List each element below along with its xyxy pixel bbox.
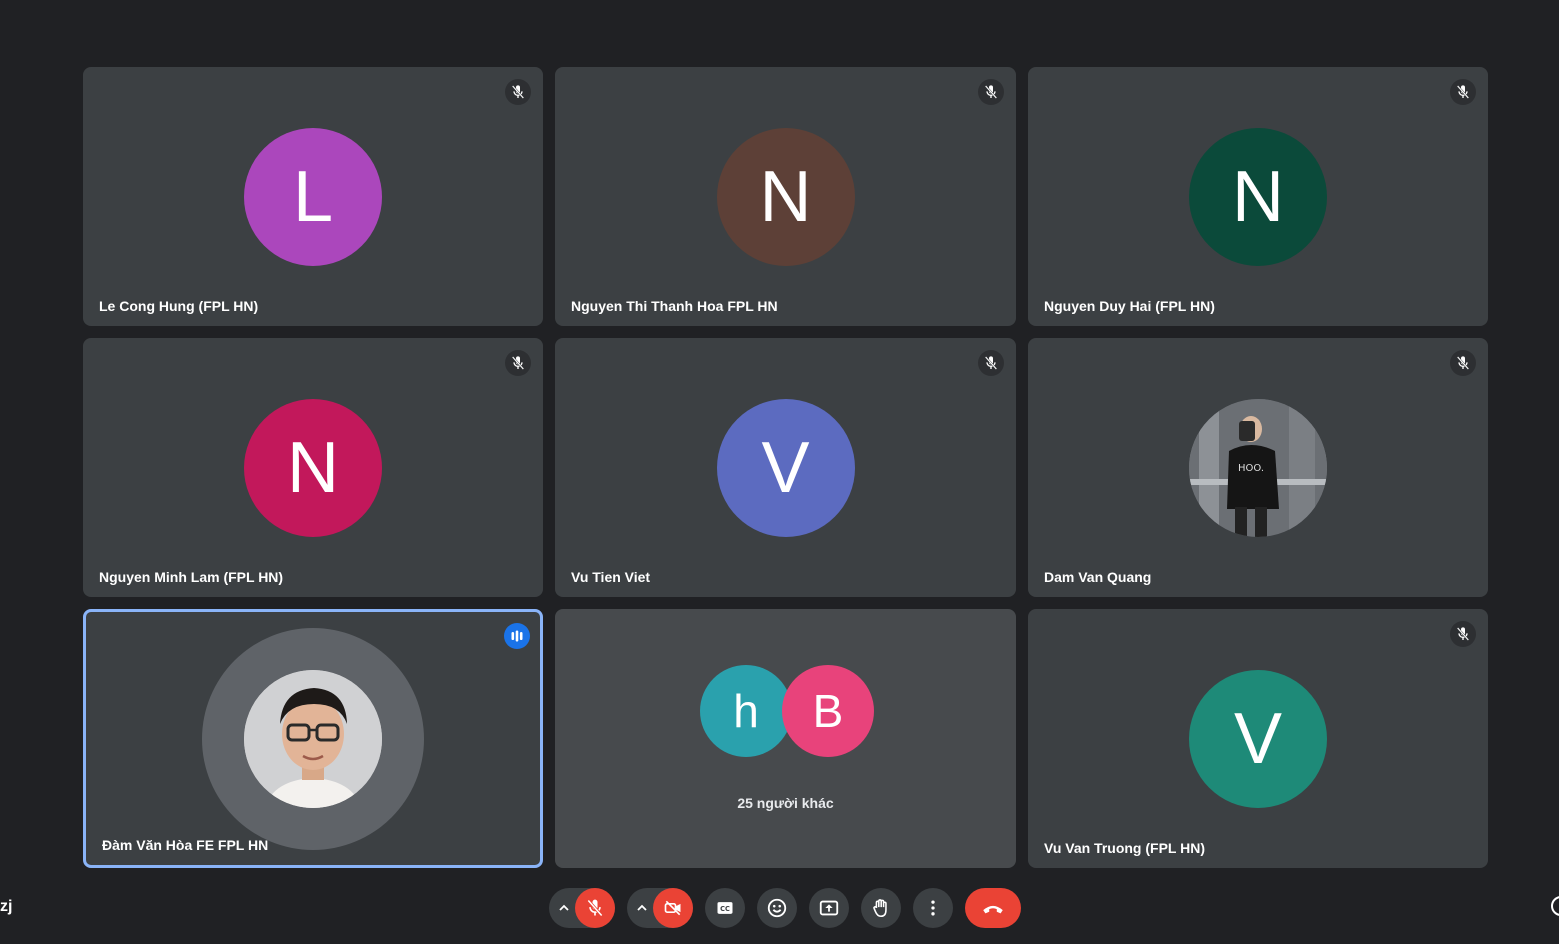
profile-photo: HOO. — [1189, 398, 1327, 537]
avatar-initial: N — [287, 427, 339, 508]
profile-photo — [244, 669, 382, 808]
avatar-initial: B — [812, 685, 844, 737]
camera-off-button[interactable] — [653, 888, 693, 928]
participant-grid: L Le Cong Hung (FPL HN) N Nguyen Thi Tha… — [83, 67, 1488, 868]
mic-muted-icon — [978, 79, 1004, 105]
others-avatar: B — [782, 665, 874, 757]
others-tile[interactable]: h B 25 người khác — [555, 609, 1016, 868]
mic-muted-icon — [505, 350, 531, 376]
svg-text:CC: CC — [720, 905, 730, 913]
avatar: L — [244, 127, 382, 266]
avatar: V — [1189, 669, 1327, 808]
speaking-indicator-icon — [504, 623, 530, 649]
mic-muted-icon — [978, 350, 1004, 376]
participant-tile[interactable]: L Le Cong Hung (FPL HN) — [83, 67, 543, 326]
participant-name: Nguyen Minh Lam (FPL HN) — [99, 569, 284, 585]
participant-name: Vu Van Truong (FPL HN) — [1044, 840, 1205, 856]
raise-hand-button[interactable] — [861, 888, 901, 928]
mic-muted-icon — [505, 79, 531, 105]
more-options-button[interactable] — [913, 888, 953, 928]
participant-tile-active-speaker[interactable]: Đàm Văn Hòa FE FPL HN — [83, 609, 543, 868]
avatar-initial: V — [761, 427, 810, 508]
camera-control — [627, 888, 693, 928]
participant-tile[interactable]: N Nguyen Minh Lam (FPL HN) — [83, 338, 543, 597]
avatar: N — [1189, 127, 1327, 266]
present-screen-button[interactable] — [809, 888, 849, 928]
control-bar: CC — [0, 888, 1559, 928]
meeting-stage: L Le Cong Hung (FPL HN) N Nguyen Thi Tha… — [0, 0, 1559, 944]
participant-tile[interactable]: V Vu Tien Viet — [555, 338, 1016, 597]
end-call-button[interactable] — [965, 888, 1021, 928]
avatar-initial: N — [759, 156, 812, 237]
participant-name: Đàm Văn Hòa FE FPL HN — [102, 837, 269, 853]
avatar-initial: h — [733, 685, 759, 737]
avatar: N — [716, 127, 855, 266]
participant-tile[interactable]: V Vu Van Truong (FPL HN) — [1028, 609, 1488, 868]
participant-name: Nguyen Thi Thanh Hoa FPL HN — [571, 298, 778, 314]
participant-name: Vu Tien Viet — [571, 569, 651, 585]
participant-tile[interactable]: HOO. Dam Van Quang — [1028, 338, 1488, 597]
participant-name: Le Cong Hung (FPL HN) — [99, 298, 259, 314]
avatar-initial: L — [292, 156, 334, 237]
participant-tile[interactable]: N Nguyen Thi Thanh Hoa FPL HN — [555, 67, 1016, 326]
svg-text:HOO.: HOO. — [1238, 463, 1264, 474]
participant-name: Dam Van Quang — [1044, 569, 1152, 585]
mic-muted-icon — [1450, 350, 1476, 376]
avatar-initial: V — [1233, 698, 1283, 779]
participant-tile[interactable]: N Nguyen Duy Hai (FPL HN) — [1028, 67, 1488, 326]
others-avatar: h — [700, 665, 792, 757]
avatar: N — [244, 398, 382, 537]
mic-muted-icon — [1450, 79, 1476, 105]
reactions-button[interactable] — [757, 888, 797, 928]
participant-name: Nguyen Duy Hai (FPL HN) — [1044, 298, 1215, 314]
captions-button[interactable]: CC — [705, 888, 745, 928]
avatar-initial: N — [1232, 156, 1284, 237]
mic-off-button[interactable] — [575, 888, 615, 928]
mic-control — [549, 888, 615, 928]
mic-muted-icon — [1450, 621, 1476, 647]
avatar: V — [716, 398, 855, 537]
others-count-label: 25 người khác — [737, 795, 834, 811]
